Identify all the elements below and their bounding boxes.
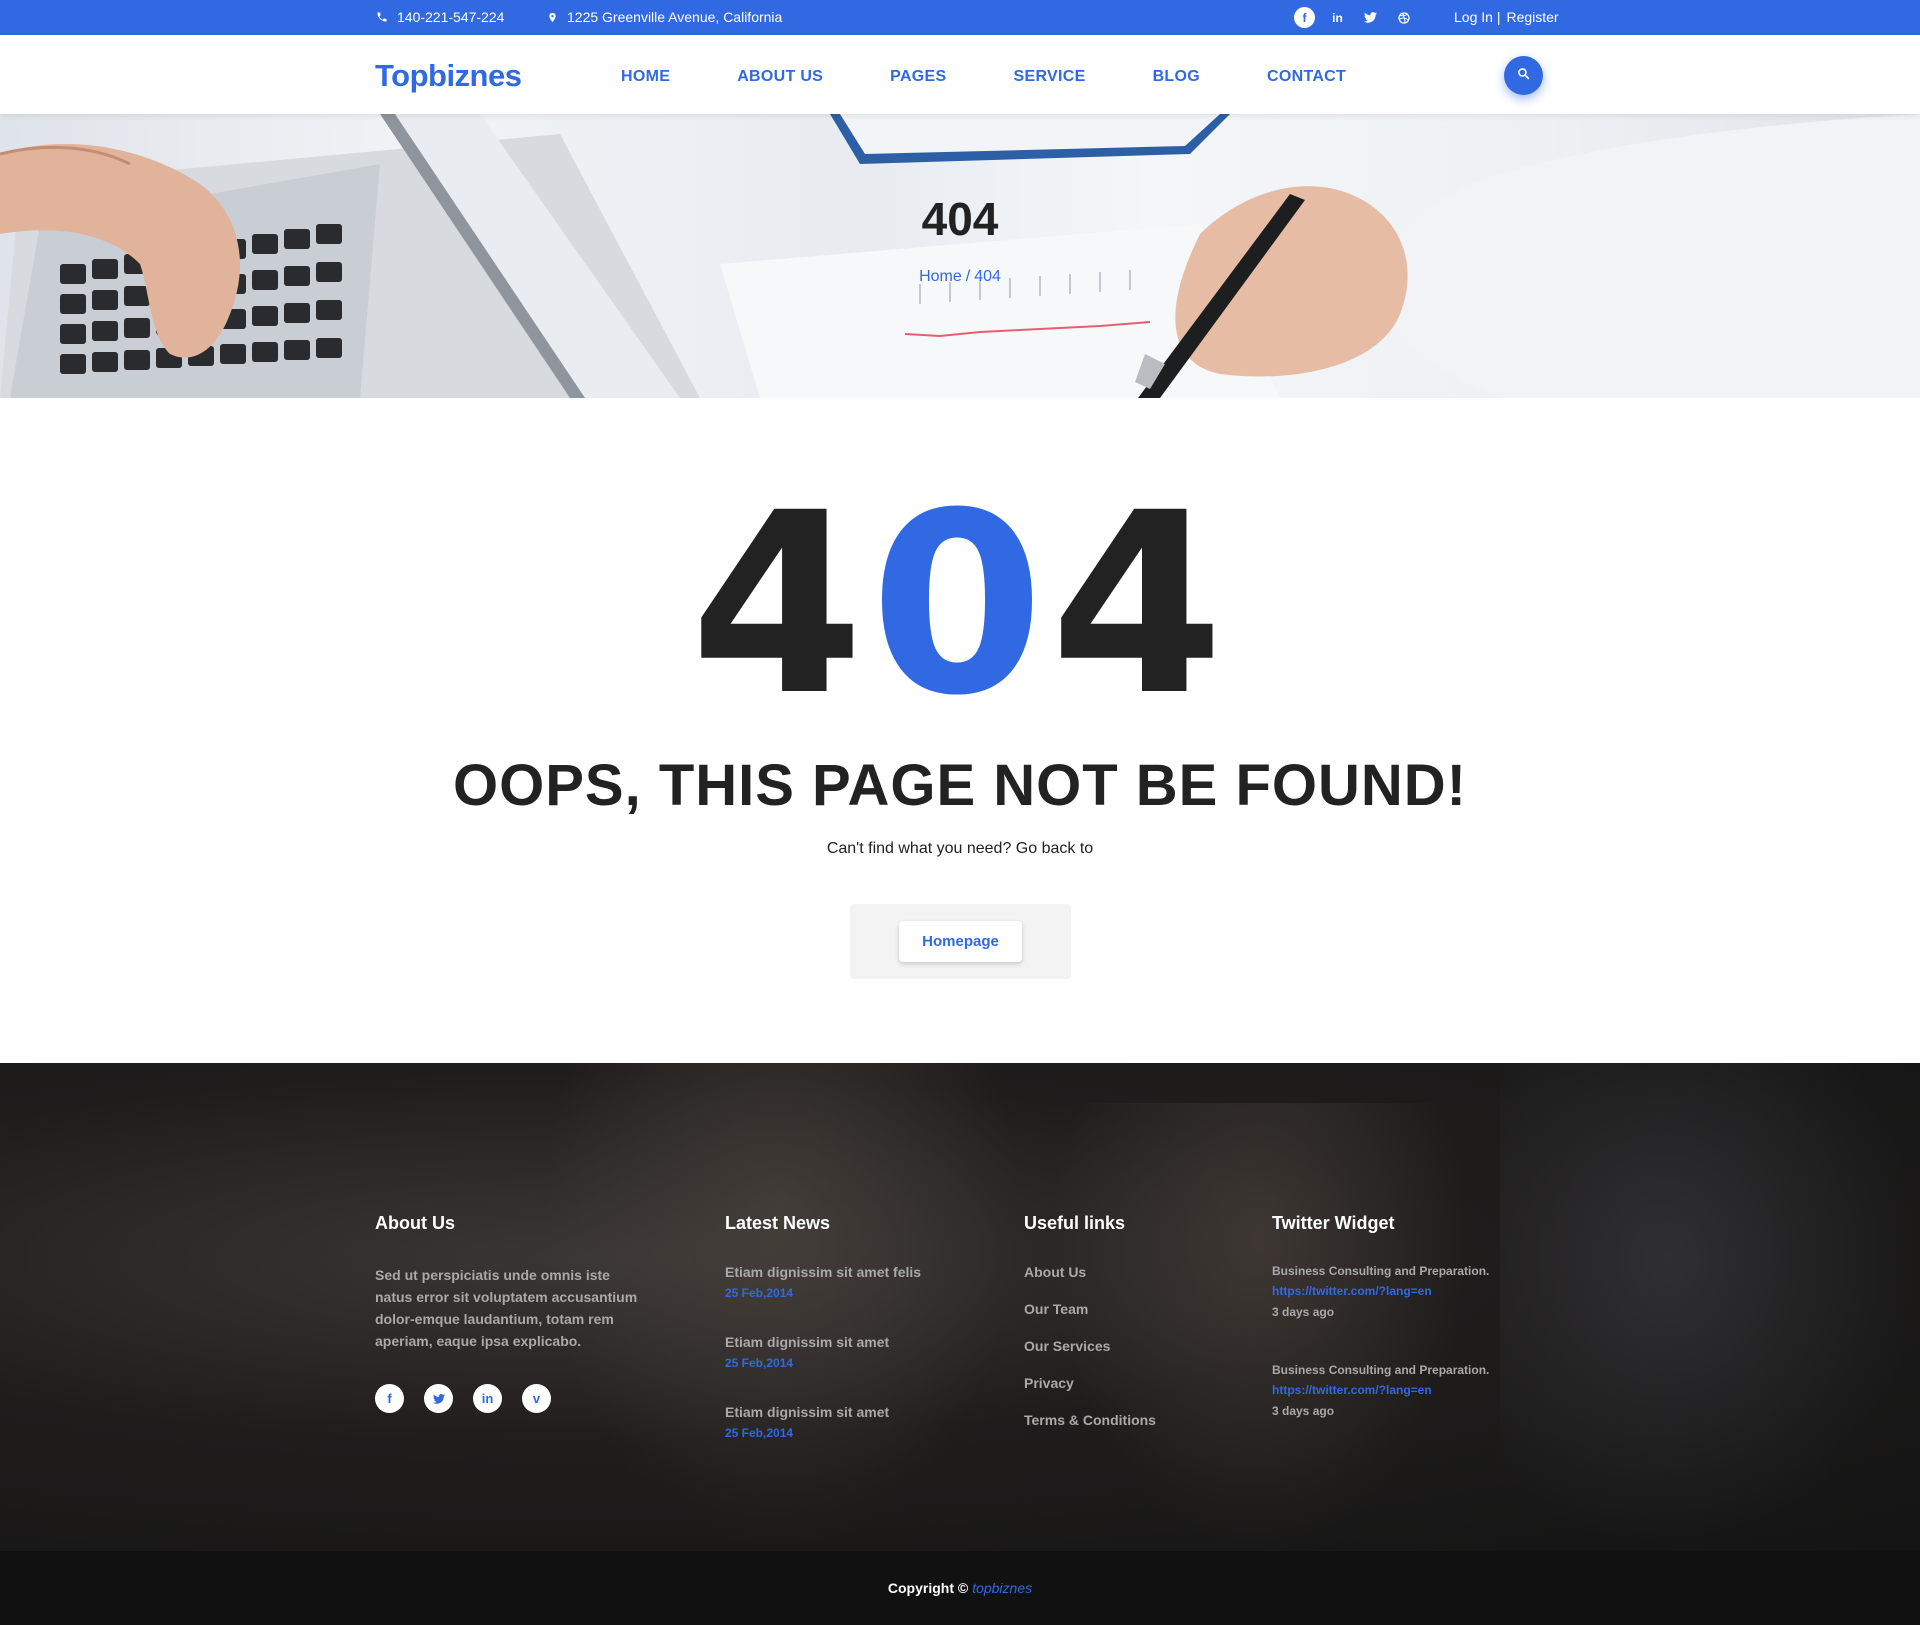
- twitter-icon[interactable]: [424, 1384, 453, 1413]
- footer-link-about-us[interactable]: About Us: [1024, 1264, 1156, 1280]
- footer-link-our-team[interactable]: Our Team: [1024, 1301, 1156, 1317]
- map-pin-icon: [545, 10, 559, 24]
- footer-about: About Us Sed ut perspiciatis unde omnis …: [375, 1213, 645, 1413]
- news-item-title[interactable]: Etiam dignissim sit amet: [725, 1334, 921, 1350]
- tweet-text: Business Consulting and Preparation.: [1272, 1264, 1490, 1278]
- error-headline: OOPS, THIS PAGE NOT BE FOUND!: [453, 753, 1467, 818]
- tweet-link[interactable]: https://twitter.com/?lang=en: [1272, 1383, 1489, 1397]
- banner-background-image: [0, 114, 1920, 398]
- footer-twitter-widget: Twitter Widget Business Consulting and P…: [1272, 1213, 1489, 1462]
- footer-useful-links: Useful links About Us Our Team Our Servi…: [1024, 1213, 1156, 1449]
- address-info: 1225 Greenville Avenue, California: [545, 9, 782, 25]
- register-link[interactable]: Register: [1506, 9, 1558, 25]
- footer-bg-shade: [1500, 1063, 1920, 1551]
- error-digit-4-right: 4: [1049, 459, 1230, 750]
- breadcrumb: Home/404: [0, 268, 1920, 286]
- site-header: Topbiznes HOME ABOUT US PAGES SERVICE BL…: [0, 35, 1920, 114]
- nav-contact[interactable]: CONTACT: [1267, 68, 1346, 86]
- news-item-date: 25 Feb,2014: [725, 1286, 794, 1300]
- nav-pages[interactable]: PAGES: [890, 68, 946, 86]
- footer-news-title: Latest News: [725, 1213, 831, 1233]
- phone-number: 140-221-547-224: [397, 9, 505, 25]
- top-bar: 140-221-547-224 1225 Greenville Avenue, …: [0, 0, 1920, 35]
- footer-latest-news: Latest News Etiam dignissim sit amet fel…: [725, 1213, 921, 1474]
- news-item[interactable]: Etiam dignissim sit amet 25 Feb,2014: [725, 1404, 921, 1440]
- tweet-time: 3 days ago: [1272, 1305, 1335, 1319]
- copyright-bar: Copyright © topbiznes: [0, 1551, 1920, 1625]
- page-banner: 404 Home/404: [0, 114, 1920, 398]
- error-code: 404: [0, 480, 1920, 730]
- copyright-brand-link[interactable]: topbiznes: [972, 1580, 1032, 1596]
- nav-blog[interactable]: BLOG: [1153, 68, 1200, 86]
- nav-about-us[interactable]: ABOUT US: [737, 68, 823, 86]
- homepage-button[interactable]: Homepage: [899, 921, 1022, 962]
- news-item-title[interactable]: Etiam dignissim sit amet felis: [725, 1264, 921, 1280]
- news-item-date: 25 Feb,2014: [725, 1356, 794, 1370]
- news-item-date: 25 Feb,2014: [725, 1426, 794, 1440]
- auth-links: Log In | Register: [1454, 9, 1559, 25]
- copyright-label: Copyright ©: [887, 1580, 969, 1596]
- homepage-button-container: Homepage: [850, 904, 1071, 979]
- breadcrumb-current: 404: [974, 268, 1001, 285]
- phone-info: 140-221-547-224: [375, 9, 504, 25]
- tweet-item: Business Consulting and Preparation. htt…: [1272, 1363, 1489, 1418]
- breadcrumb-home-link[interactable]: Home: [919, 268, 962, 285]
- news-item[interactable]: Etiam dignissim sit amet 25 Feb,2014: [725, 1334, 921, 1370]
- tweet-item: Business Consulting and Preparation. htt…: [1272, 1264, 1489, 1319]
- footer-twitter-title: Twitter Widget: [1272, 1213, 1395, 1233]
- footer-links-title: Useful links: [1024, 1213, 1126, 1233]
- address-text: 1225 Greenville Avenue, California: [567, 9, 783, 25]
- nav-home[interactable]: HOME: [621, 68, 670, 86]
- facebook-icon[interactable]: f: [375, 1384, 404, 1413]
- error-digit-4-left: 4: [690, 459, 871, 750]
- news-item-title[interactable]: Etiam dignissim sit amet: [725, 1404, 921, 1420]
- linkedin-icon[interactable]: in: [1327, 7, 1348, 28]
- dribbble-icon[interactable]: [1393, 7, 1414, 28]
- tweet-link[interactable]: https://twitter.com/?lang=en: [1272, 1284, 1489, 1298]
- site-footer: About Us Sed ut perspiciatis unde omnis …: [0, 1063, 1920, 1551]
- phone-icon: [375, 10, 389, 24]
- search-icon: [1517, 67, 1530, 85]
- login-link[interactable]: Log In |: [1454, 9, 1500, 25]
- tweet-text: Business Consulting and Preparation.: [1272, 1363, 1490, 1377]
- tweet-time: 3 days ago: [1272, 1404, 1335, 1418]
- news-item[interactable]: Etiam dignissim sit amet felis 25 Feb,20…: [725, 1264, 921, 1300]
- facebook-icon[interactable]: f: [1294, 7, 1315, 28]
- breadcrumb-separator: /: [965, 268, 971, 285]
- nav-service[interactable]: SERVICE: [1014, 68, 1086, 86]
- error-digit-0: 0: [870, 459, 1050, 750]
- search-button[interactable]: [1504, 56, 1543, 95]
- footer-link-privacy[interactable]: Privacy: [1024, 1375, 1156, 1391]
- footer-link-terms[interactable]: Terms & Conditions: [1024, 1412, 1156, 1428]
- vimeo-icon[interactable]: v: [522, 1384, 551, 1413]
- footer-social: f in v: [375, 1384, 645, 1413]
- banner-title: 404: [921, 193, 999, 245]
- topbar-social: f in: [1294, 7, 1414, 28]
- footer-about-text: Sed ut perspiciatis unde omnis iste natu…: [375, 1267, 638, 1349]
- footer-link-our-services[interactable]: Our Services: [1024, 1338, 1156, 1354]
- site-logo[interactable]: Topbiznes: [375, 58, 522, 94]
- footer-about-title: About Us: [375, 1213, 455, 1233]
- error-subtext: Can't find what you need? Go back to: [826, 840, 1094, 857]
- linkedin-icon[interactable]: in: [473, 1384, 502, 1413]
- main-nav: HOME ABOUT US PAGES SERVICE BLOG CONTACT: [621, 68, 1346, 86]
- twitter-icon[interactable]: [1360, 7, 1381, 28]
